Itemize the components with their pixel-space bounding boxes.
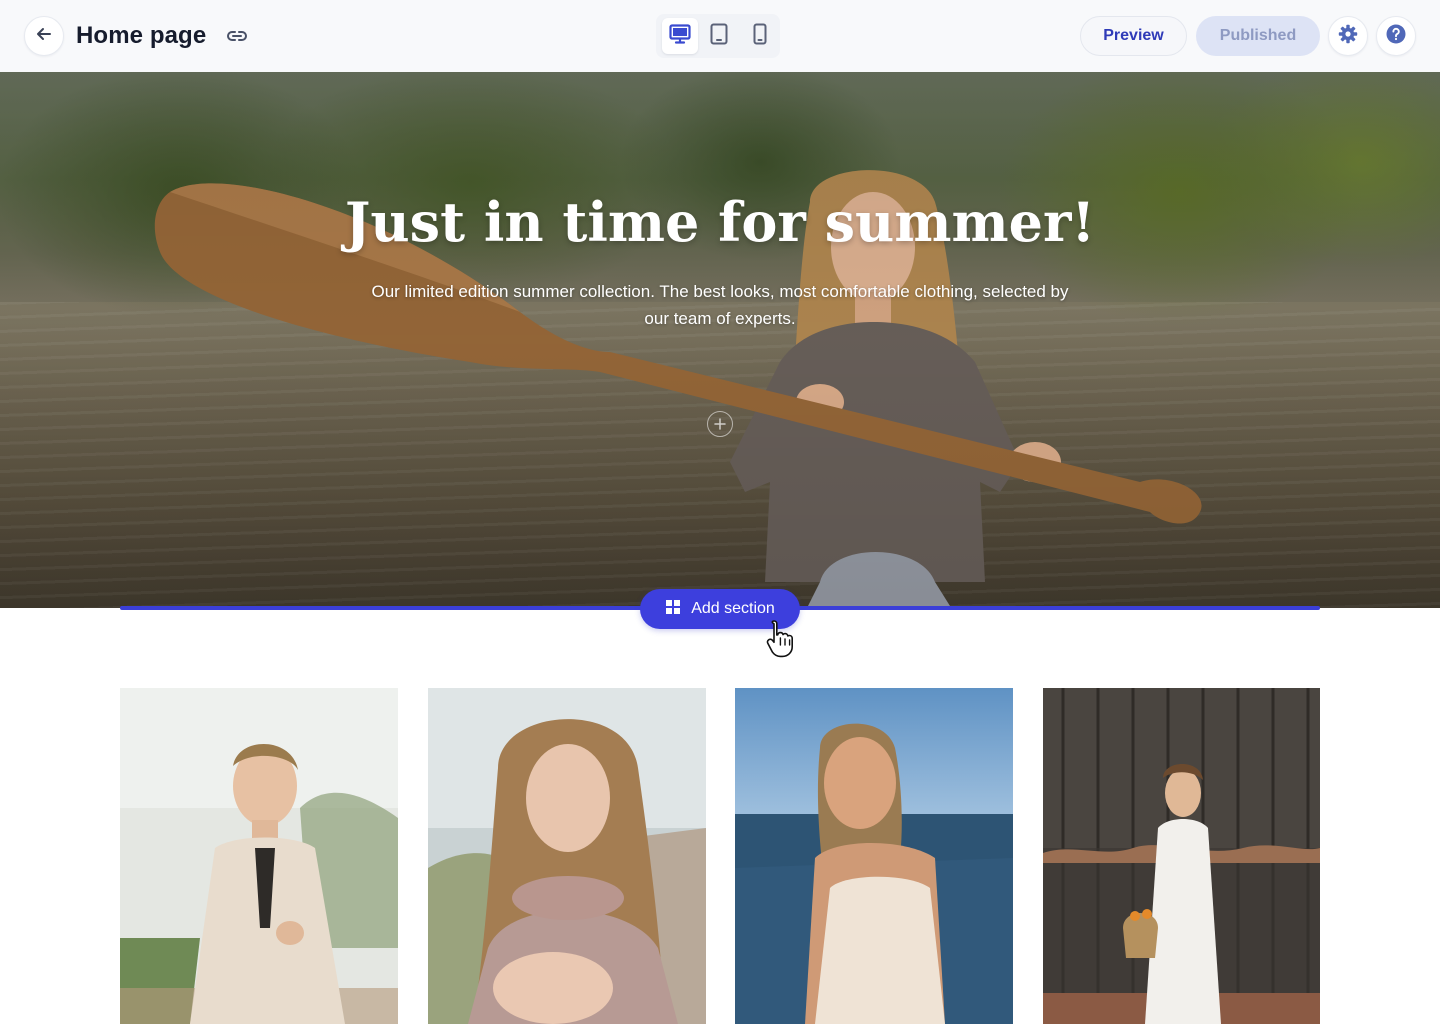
tablet-icon: [710, 23, 728, 50]
woman-pink-sweater-photo: [428, 688, 706, 1024]
hero-banner[interactable]: Just in time for summer! Our limited edi…: [0, 72, 1440, 608]
page-title: Home page: [76, 22, 207, 49]
add-block-plus-icon[interactable]: [707, 411, 733, 437]
hand-pointer-cursor-icon: [766, 620, 793, 658]
link-icon[interactable]: [224, 24, 250, 48]
back-button[interactable]: [24, 16, 64, 56]
add-section-label: Add section: [691, 600, 775, 617]
woman-white-dress-photo: [1043, 688, 1320, 1024]
question-mark-icon: [1386, 24, 1406, 49]
tablet-view-button[interactable]: [701, 18, 737, 54]
gallery-photo-3[interactable]: [735, 688, 1013, 1024]
desktop-icon: [669, 23, 691, 49]
arrow-left-icon: [35, 25, 53, 48]
settings-button[interactable]: [1328, 16, 1368, 56]
editor-toolbar: Home page Preview Published: [0, 0, 1440, 72]
hero-subtitle[interactable]: Our limited edition summer collection. T…: [360, 278, 1080, 332]
hero-overlay: [0, 72, 1440, 608]
gear-icon: [1338, 24, 1358, 49]
published-button[interactable]: Published: [1196, 16, 1320, 56]
mobile-icon: [753, 23, 767, 50]
woman-greenhouse-photo: [120, 688, 398, 1024]
grid-icon: [665, 599, 681, 620]
gallery-photo-1[interactable]: [120, 688, 398, 1024]
gallery-photo-2[interactable]: [428, 688, 706, 1024]
preview-button[interactable]: Preview: [1080, 16, 1187, 56]
product-gallery: [120, 688, 1320, 1024]
hero-title[interactable]: Just in time for summer!: [0, 190, 1440, 254]
mobile-view-button[interactable]: [742, 18, 778, 54]
desktop-view-button[interactable]: [662, 18, 698, 54]
woman-seaside-photo: [735, 688, 1013, 1024]
device-switcher: [656, 14, 780, 58]
gallery-photo-4[interactable]: [1043, 688, 1320, 1024]
help-button[interactable]: [1376, 16, 1416, 56]
